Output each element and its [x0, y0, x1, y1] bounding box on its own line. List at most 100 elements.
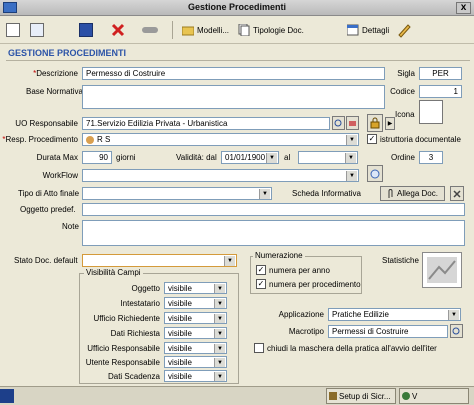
arrow-right-icon[interactable]: ▶	[385, 117, 395, 130]
statistiche-button[interactable]	[422, 252, 462, 288]
visibilita-utente-responsabile-select[interactable]: visibile	[164, 356, 227, 368]
handshake-icon	[142, 27, 158, 33]
new-copy-icon	[30, 23, 44, 37]
allega-doc-button[interactable]: Allega Doc.	[380, 186, 445, 201]
workflow-select[interactable]	[82, 169, 359, 182]
uo-search-button[interactable]	[332, 116, 345, 130]
oggetto-predef-input[interactable]	[82, 203, 465, 216]
taskbar-setup-button[interactable]: Setup di Sicr...	[326, 388, 396, 404]
visibilita-dati-scadenza-select[interactable]: visibile	[164, 370, 227, 382]
modelli-label: Modelli...	[197, 25, 230, 35]
paperclip-icon	[388, 188, 393, 198]
setup-icon	[329, 392, 337, 400]
new-copy-button[interactable]	[30, 20, 44, 40]
resp-label: *Resp. Procedimento	[2, 135, 78, 144]
eraser-icon	[349, 120, 356, 126]
visibilita-dati-scadenza-label: Dati Scadenza	[107, 372, 160, 381]
scheda-label: Scheda Informativa	[292, 189, 361, 198]
visibilita-utente-responsabile-label: Utente Responsabile	[85, 358, 160, 367]
visibilita-ufficio-richiedente-label: Ufficio Richiedente	[93, 314, 160, 323]
uo-clear-button[interactable]	[346, 116, 359, 130]
workflow-button[interactable]	[367, 165, 383, 182]
new-icon	[6, 23, 20, 37]
istruttoria-checkbox[interactable]: ✓	[367, 134, 377, 144]
workflow-label: WorkFlow	[42, 171, 78, 180]
visibilita-dati-richiesta-select[interactable]: visibile	[164, 327, 227, 339]
close-button[interactable]: x	[456, 2, 471, 14]
stato-label: Stato Doc. default	[14, 256, 78, 265]
giorni-label: giorni	[116, 153, 136, 162]
numera-per-anno-label: numera per anno	[269, 266, 330, 275]
search-icon	[452, 327, 460, 334]
pencil-icon	[398, 24, 411, 38]
visibilita-ufficio-richiedente-select[interactable]: visibile	[164, 312, 227, 324]
visibilita-ufficio-responsabile-label: Ufficio Responsabile	[87, 344, 160, 353]
taskbar-v-button[interactable]: V	[399, 388, 469, 404]
applicazione-select[interactable]: Pratiche Edilizie	[328, 308, 461, 321]
folder-icon	[182, 26, 194, 36]
new-button[interactable]	[6, 20, 20, 40]
macrotipo-input[interactable]: Permessi di Costruire	[328, 325, 448, 338]
numera-per-anno-checkbox[interactable]: ✓	[256, 265, 266, 275]
validita-al-input[interactable]	[298, 151, 358, 164]
documents-icon	[238, 24, 250, 36]
tipologie-button[interactable]: Tipologie Doc.	[238, 20, 304, 40]
start-icon[interactable]	[0, 389, 14, 403]
visibilita-dati-richiesta-label: Dati Richiesta	[110, 329, 160, 338]
validita-dal-input[interactable]: 01/01/1900	[221, 151, 279, 164]
resp-select[interactable]: R S	[82, 133, 359, 146]
ordine-input[interactable]: 3	[419, 151, 443, 164]
chiudi-maschera-label: chiudi la maschera della pratica all'avv…	[267, 344, 437, 353]
statistiche-label: Statistiche	[382, 256, 419, 265]
status-bar: Setup di Sicr... V	[0, 386, 474, 405]
numera-per-procedimento-label: numera per procedimento	[269, 280, 361, 289]
statistics-icon	[427, 257, 457, 283]
toolbar-separator	[172, 21, 173, 39]
sigla-input[interactable]: PER	[419, 67, 462, 80]
dettagli-button[interactable]: Dettagli	[347, 20, 389, 40]
validita-label: Validità: dal	[176, 153, 217, 162]
handshake-button[interactable]	[141, 20, 159, 40]
details-icon	[347, 24, 359, 36]
tipologie-label: Tipologie Doc.	[253, 25, 304, 35]
ordine-label: Ordine	[390, 153, 415, 162]
istruttoria-label: istruttoria documentale	[380, 135, 461, 144]
descrizione-input[interactable]: Permesso di Costruire	[82, 67, 385, 80]
user-icon	[86, 136, 94, 144]
codice-label: Codice	[390, 87, 415, 96]
app-window-icon	[402, 392, 410, 400]
visibilita-ufficio-responsabile-select[interactable]: visibile	[164, 342, 227, 354]
delete-icon	[111, 23, 125, 37]
save-button[interactable]	[79, 20, 93, 40]
lock-button[interactable]	[367, 114, 383, 132]
search-icon	[334, 119, 342, 126]
dettagli-label: Dettagli	[362, 25, 390, 35]
visibilita-title: Visibilità Campi	[84, 268, 143, 277]
icona-picker[interactable]	[419, 100, 443, 124]
scheda-remove-button[interactable]	[450, 186, 464, 201]
uo-input[interactable]: 71.Servizio Edilizia Privata - Urbanisti…	[82, 117, 330, 130]
modelli-button[interactable]: Modelli...	[182, 20, 229, 40]
delete-button[interactable]	[111, 20, 125, 40]
remove-icon	[453, 189, 461, 198]
title-bar: Gestione Procedimenti x	[0, 0, 474, 16]
codice-input[interactable]: 1	[419, 85, 462, 98]
macrotipo-label: Macrotipo	[288, 327, 324, 336]
durata-input[interactable]: 90	[82, 151, 112, 164]
sigla-label: Sigla	[397, 69, 415, 78]
base-normativa-input[interactable]	[82, 85, 385, 109]
stato-select[interactable]	[82, 254, 237, 267]
macrotipo-search-button[interactable]	[450, 324, 463, 338]
numerazione-title: Numerazione	[253, 251, 305, 260]
descrizione-label: *Descrizione	[33, 69, 78, 78]
chiudi-maschera-checkbox[interactable]	[254, 343, 264, 353]
visibilita-oggetto-select[interactable]: visibile	[164, 282, 227, 294]
section-divider	[6, 60, 470, 61]
tipo-atto-label: Tipo di Atto finale	[18, 189, 80, 198]
visibilita-intestatario-select[interactable]: visibile	[164, 297, 227, 309]
numera-per-procedimento-checkbox[interactable]: ✓	[256, 279, 266, 289]
edit-button[interactable]	[396, 20, 412, 40]
tipo-atto-select[interactable]	[82, 187, 272, 200]
toolbar: Modelli... Tipologie Doc. Dettagli	[0, 16, 474, 44]
note-input[interactable]	[82, 220, 465, 246]
